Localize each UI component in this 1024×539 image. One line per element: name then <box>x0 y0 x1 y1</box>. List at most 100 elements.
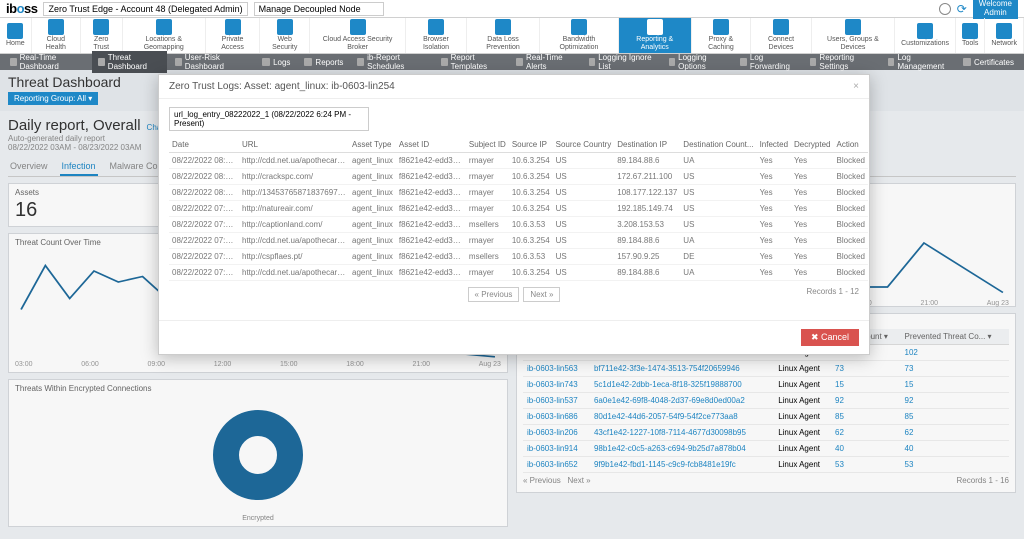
ribbon-icon <box>48 19 64 35</box>
subribbon-item-real-time-dashboard[interactable]: Real-Time Dashboard <box>4 51 90 73</box>
ribbon-icon <box>845 19 861 35</box>
ribbon-icon <box>495 19 511 35</box>
log-timerange-selector[interactable]: url_log_entry_08222022_1 (08/22/2022 6:2… <box>169 107 369 131</box>
table-row[interactable]: 08/22/2022 07:53...http://natureair.com/… <box>169 201 868 217</box>
ribbon-item-customizations[interactable]: Customizations <box>895 18 956 53</box>
log-col-header[interactable]: Source Country <box>553 137 615 153</box>
cancel-button[interactable]: ✖ Cancel <box>801 329 859 346</box>
table-row[interactable]: ib-0603-lin91498b1e42-c0c5-a263-c694-9b2… <box>523 441 1009 457</box>
ribbon-icon <box>7 23 23 39</box>
log-col-header[interactable]: Action <box>834 137 868 153</box>
log-col-header[interactable]: Destination Count... <box>680 137 756 153</box>
ribbon-item-users-groups-devices[interactable]: Users, Groups & Devices <box>812 18 895 53</box>
log-next-button[interactable]: Next » <box>523 287 560 302</box>
log-col-header[interactable]: Decrypted <box>791 137 833 153</box>
log-col-header[interactable]: Asset ID <box>396 137 466 153</box>
table-row[interactable]: ib-0603-lin563bf711e42-3f3e-1474-3513-75… <box>523 361 1009 377</box>
ribbon-item-reporting-analytics[interactable]: Reporting & Analytics <box>619 18 692 53</box>
ribbon-item-cloud-access-security-broker[interactable]: Cloud Access Security Broker <box>310 18 406 53</box>
log-col-header[interactable]: Source IP <box>509 137 553 153</box>
subribbon-item-report-templates[interactable]: Report Templates <box>435 51 508 73</box>
logo: iboss <box>6 1 37 16</box>
reporting-group-badge[interactable]: Reporting Group: All ▾ <box>8 92 98 105</box>
ribbon-item-browser-isolation[interactable]: Browser Isolation <box>406 18 467 53</box>
subribbon-item-log-forwarding[interactable]: Log Forwarding <box>734 51 802 73</box>
sub-ribbon: Real-Time DashboardThreat DashboardUser-… <box>0 54 1024 70</box>
close-icon[interactable]: × <box>853 81 859 92</box>
ribbon-icon <box>996 23 1012 39</box>
encrypted-card: Threats Within Encrypted Connections Enc… <box>8 379 508 527</box>
ribbon-item-data-loss-prevention[interactable]: Data Loss Prevention <box>467 18 540 53</box>
log-col-header[interactable]: Subject ID <box>466 137 509 153</box>
ribbon-icon <box>773 19 789 35</box>
log-modal: Zero Trust Logs: Asset: agent_linux: ib-… <box>158 74 870 355</box>
welcome-badge[interactable]: WelcomeAdmin <box>973 0 1018 19</box>
ribbon-icon <box>713 19 729 35</box>
report-title: Daily report, Overall <box>8 117 141 134</box>
subribbon-icon <box>357 58 364 66</box>
assets-prev[interactable]: « Previous <box>523 476 561 485</box>
ribbon-item-web-security[interactable]: Web Security <box>260 18 310 53</box>
table-row[interactable]: ib-0603-lin7435c1d1e42-2dbb-1eca-8f18-32… <box>523 377 1009 393</box>
table-row[interactable]: 08/22/2022 07:43...http://captionland.co… <box>169 217 868 233</box>
tab-infection[interactable]: Infection <box>60 158 98 176</box>
subribbon-icon <box>888 58 895 66</box>
log-col-header[interactable]: Date <box>169 137 239 153</box>
subribbon-item-log-management[interactable]: Log Management <box>882 51 955 73</box>
table-row[interactable]: 08/22/2022 08:51...http://cdd.net.ua/apo… <box>169 153 868 169</box>
ribbon-item-connect-devices[interactable]: Connect Devices <box>751 18 811 53</box>
subribbon-item-logs[interactable]: Logs <box>256 56 296 69</box>
table-row[interactable]: 08/22/2022 08:05...http://crackspc.com/a… <box>169 169 868 185</box>
subribbon-item-reporting-settings[interactable]: Reporting Settings <box>804 51 880 73</box>
subribbon-icon <box>10 58 17 66</box>
subribbon-item-real-time-alerts[interactable]: Real-Time Alerts <box>510 51 580 73</box>
table-row[interactable]: ib-0603-lin5376a0e1e42-69f8-4048-2d37-69… <box>523 393 1009 409</box>
table-row[interactable]: ib-0603-lin20643cf1e42-1227-10f8-7114-46… <box>523 425 1009 441</box>
table-row[interactable]: ib-0603-lin6529f9b1e42-fbd1-1145-c9c9-fc… <box>523 457 1009 473</box>
account-selector[interactable]: Zero Trust Edge - Account 48 (Delegated … <box>43 2 247 16</box>
subribbon-icon <box>175 58 182 66</box>
ribbon-item-zero-trust[interactable]: Zero Trust <box>81 18 123 53</box>
log-col-header[interactable]: Infected <box>757 137 791 153</box>
subribbon-item-logging-options[interactable]: Logging Options <box>663 51 733 73</box>
search-icon[interactable] <box>939 3 951 15</box>
subribbon-item-threat-dashboard[interactable]: Threat Dashboard <box>92 51 167 73</box>
log-prev-button[interactable]: « Previous <box>468 287 520 302</box>
assets-col-header[interactable]: Prevented Threat Co... ▾ <box>901 329 1009 345</box>
ribbon-item-proxy-caching[interactable]: Proxy & Caching <box>692 18 752 53</box>
ribbon-icon <box>917 23 933 39</box>
table-row[interactable]: 08/22/2022 07:33...http://cdd.net.ua/apo… <box>169 233 868 249</box>
ribbon-icon <box>962 23 978 39</box>
node-selector[interactable]: Manage Decoupled Node <box>254 2 384 16</box>
subribbon-item-ib-report-schedules[interactable]: ib-Report Schedules <box>351 51 433 73</box>
ribbon-icon <box>277 19 293 35</box>
ribbon-item-locations-geomapping[interactable]: Locations & Geomapping <box>123 18 206 53</box>
assets-next[interactable]: Next » <box>567 476 590 485</box>
log-col-header[interactable]: Asset Type <box>349 137 396 153</box>
subribbon-item-user-risk-dashboard[interactable]: User-Risk Dashboard <box>169 51 254 73</box>
ribbon-item-bandwidth-optimization[interactable]: Bandwidth Optimization <box>540 18 619 53</box>
table-row[interactable]: 08/22/2022 07:01...http://cdd.net.ua/apo… <box>169 265 868 281</box>
subribbon-item-reports[interactable]: Reports <box>298 56 349 69</box>
ribbon-icon <box>156 19 172 35</box>
main-ribbon: HomeCloud HealthZero TrustLocations & Ge… <box>0 18 1024 54</box>
log-pager: « Previous Next » Records 1 - 12 <box>169 287 859 302</box>
tab-overview[interactable]: Overview <box>8 158 50 176</box>
subribbon-icon <box>516 58 523 66</box>
refresh-icon[interactable]: ⟳ <box>957 2 967 16</box>
table-row[interactable]: 08/22/2022 08:01...http://13453765871837… <box>169 185 868 201</box>
ribbon-item-tools[interactable]: Tools <box>956 18 985 53</box>
ribbon-icon <box>93 19 109 35</box>
ribbon-item-cloud-health[interactable]: Cloud Health <box>32 18 81 53</box>
log-col-header[interactable]: Destination IP <box>614 137 680 153</box>
subribbon-item-certificates[interactable]: Certificates <box>957 56 1020 69</box>
subribbon-icon <box>441 58 448 66</box>
subribbon-icon <box>589 58 596 66</box>
table-row[interactable]: 08/22/2022 07:19...http://cspflaes.pt/ag… <box>169 249 868 265</box>
ribbon-item-private-access[interactable]: Private Access <box>206 18 260 53</box>
subribbon-item-logging-ignore-list[interactable]: Logging Ignore List <box>583 51 661 73</box>
table-row[interactable]: ib-0603-lin68680d1e42-44d6-2057-54f9-54f… <box>523 409 1009 425</box>
ribbon-item-network[interactable]: Network <box>985 18 1024 53</box>
log-col-header[interactable]: URL <box>239 137 349 153</box>
ribbon-item-home[interactable]: Home <box>0 18 32 53</box>
